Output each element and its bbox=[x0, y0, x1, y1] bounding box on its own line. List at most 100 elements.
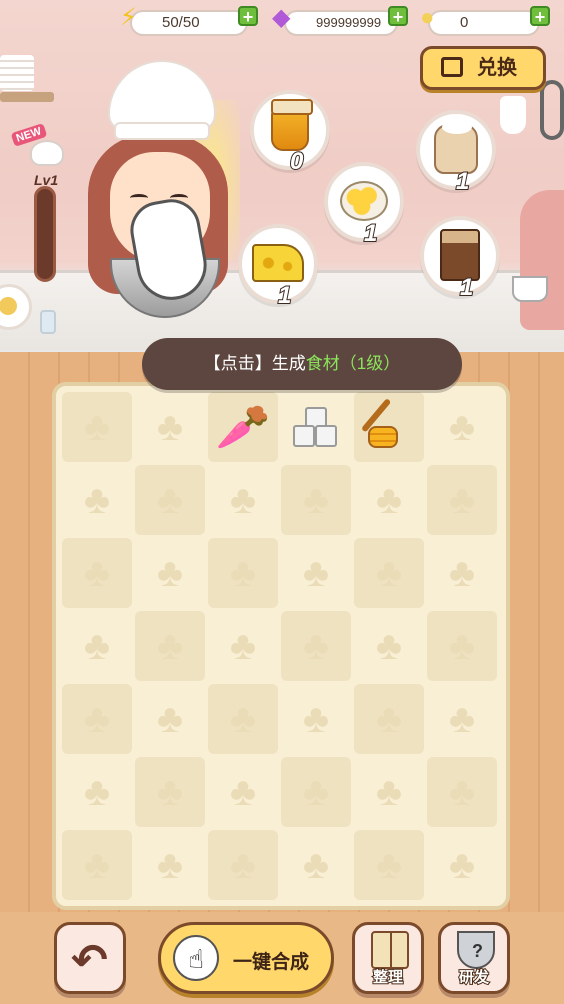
board-cell[interactable]: ♣ bbox=[62, 611, 132, 681]
board-cell[interactable]: ♣ bbox=[427, 830, 497, 900]
ingredient-count: 1 bbox=[459, 273, 474, 302]
add-gems-button[interactable]: + bbox=[388, 6, 408, 26]
board-cell[interactable]: ♣ bbox=[62, 465, 132, 535]
stand-mixer bbox=[520, 190, 564, 330]
board-cell[interactable]: ♣ bbox=[427, 538, 497, 608]
board-cell[interactable]: ♣ bbox=[208, 465, 278, 535]
shop-icon bbox=[441, 57, 463, 77]
corn-bowl-icon bbox=[340, 180, 388, 221]
wall-shelf bbox=[0, 92, 54, 102]
sugar-cubes-icon[interactable] bbox=[293, 407, 339, 447]
add-energy-button[interactable]: + bbox=[238, 6, 258, 26]
add-bulbs-button[interactable]: + bbox=[530, 6, 550, 26]
board-cell[interactable]: ♣ bbox=[135, 465, 205, 535]
chef-character[interactable] bbox=[80, 60, 240, 320]
clover-placeholder-icon: ♣ bbox=[448, 478, 476, 522]
clover-placeholder-icon: ♣ bbox=[156, 478, 184, 522]
board-cell[interactable]: ♣ bbox=[135, 392, 205, 462]
board-cell[interactable] bbox=[354, 392, 424, 462]
board-cell[interactable]: ♣ bbox=[208, 757, 278, 827]
board-cell[interactable]: ♣ bbox=[427, 611, 497, 681]
board-cell[interactable]: ♣ bbox=[354, 465, 424, 535]
clover-placeholder-icon: ♣ bbox=[83, 843, 111, 887]
board-cell[interactable]: ♣ bbox=[135, 611, 205, 681]
clover-placeholder-icon: ♣ bbox=[156, 405, 184, 449]
ingredient-bubble-cheese[interactable]: 1 bbox=[238, 224, 318, 310]
board-cell[interactable]: ♣ bbox=[135, 538, 205, 608]
clover-placeholder-icon: ♣ bbox=[229, 697, 257, 741]
clover-placeholder-icon: ♣ bbox=[302, 843, 330, 887]
back-button[interactable]: ↶ bbox=[54, 922, 126, 994]
clover-placeholder-icon: ♣ bbox=[302, 770, 330, 814]
research-bowl-icon: ? bbox=[457, 931, 495, 969]
ingredient-bubble-corn[interactable]: 1 bbox=[324, 162, 404, 248]
clover-placeholder-icon: ♣ bbox=[448, 624, 476, 668]
lightning-icon: ⚡ bbox=[120, 4, 137, 31]
clover-placeholder-icon: ♣ bbox=[302, 697, 330, 741]
ingredient-bubble-coffee[interactable]: 1 bbox=[420, 216, 500, 302]
clover-placeholder-icon: ♣ bbox=[448, 843, 476, 887]
merge-all-label: 一键合成 bbox=[233, 952, 310, 973]
board-cell[interactable]: ♣ bbox=[62, 538, 132, 608]
sort-label: 整理 bbox=[372, 968, 404, 987]
board-cell[interactable]: ♣ bbox=[135, 757, 205, 827]
bulb-counter: 0 bbox=[428, 10, 540, 36]
board-cell[interactable]: ♣ bbox=[354, 757, 424, 827]
exchange-button[interactable]: 兑换 bbox=[420, 46, 546, 90]
board-cell[interactable]: ♣ bbox=[62, 392, 132, 462]
hint-prefix: 【点击】生成 bbox=[203, 354, 306, 373]
board-cell[interactable]: ♣ bbox=[208, 611, 278, 681]
board-cell[interactable]: ♣ bbox=[354, 684, 424, 754]
level-progress-bar[interactable] bbox=[34, 186, 56, 282]
coffee-cup bbox=[512, 276, 548, 302]
board-cell[interactable]: ♣ bbox=[281, 757, 351, 827]
board-cell[interactable]: 🥕 bbox=[208, 392, 278, 462]
sort-icon bbox=[371, 931, 409, 969]
research-button[interactable]: ? 研发 bbox=[438, 922, 510, 994]
board-cell[interactable]: ♣ bbox=[281, 465, 351, 535]
hanging-towel bbox=[500, 96, 526, 134]
board-cell[interactable]: ♣ bbox=[427, 757, 497, 827]
clover-placeholder-icon: ♣ bbox=[83, 624, 111, 668]
board-cell[interactable] bbox=[281, 392, 351, 462]
honey-dipper-icon[interactable] bbox=[360, 398, 416, 454]
board-cell[interactable]: ♣ bbox=[427, 392, 497, 462]
board-cell[interactable]: ♣ bbox=[427, 684, 497, 754]
board-cell[interactable]: ♣ bbox=[62, 757, 132, 827]
beet-icon[interactable]: 🥕 bbox=[216, 401, 271, 453]
merge-all-button[interactable]: ☝ 一键合成 bbox=[158, 922, 334, 994]
sort-button[interactable]: 整理 bbox=[352, 922, 424, 994]
clover-placeholder-icon: ♣ bbox=[83, 551, 111, 595]
ingredient-bubble-honey[interactable]: 0 bbox=[250, 90, 330, 176]
board-cell[interactable]: ♣ bbox=[354, 830, 424, 900]
board-cell[interactable]: ♣ bbox=[208, 830, 278, 900]
board-cell[interactable]: ♣ bbox=[208, 684, 278, 754]
board-cell[interactable]: ♣ bbox=[281, 684, 351, 754]
flour-sack-icon bbox=[434, 119, 478, 174]
clover-placeholder-icon: ♣ bbox=[83, 770, 111, 814]
clover-placeholder-icon: ♣ bbox=[302, 624, 330, 668]
ingredient-count: 1 bbox=[455, 167, 470, 196]
board-cell[interactable]: ♣ bbox=[135, 830, 205, 900]
clover-placeholder-icon: ♣ bbox=[229, 478, 257, 522]
board-cell[interactable]: ♣ bbox=[281, 538, 351, 608]
hint-banner: 【点击】生成食材（1级） bbox=[142, 338, 462, 390]
board-cell[interactable]: ♣ bbox=[281, 611, 351, 681]
board-cell[interactable]: ♣ bbox=[62, 684, 132, 754]
board-cell[interactable]: ♣ bbox=[62, 830, 132, 900]
chef-eye-left bbox=[130, 194, 148, 202]
board-grid: ♣ ♣ 🥕 ♣ ♣ ♣ ♣ ♣ ♣ ♣ ♣ ♣ ♣ ♣ ♣ ♣ ♣ ♣ ♣ ♣ ♣ ♣ ♣ ♣ ♣ ♣ ♣ ♣ ♣ ♣ ♣ ♣ ♣ ♣ ♣ ♣ ♣ ♣ ♣ ♣ bbox=[62, 392, 500, 900]
clover-placeholder-icon: ♣ bbox=[156, 624, 184, 668]
board-cell[interactable]: ♣ bbox=[281, 830, 351, 900]
gem-counter: 999999999 bbox=[284, 10, 398, 36]
ingredient-count: 1 bbox=[277, 281, 292, 310]
clover-placeholder-icon: ♣ bbox=[375, 478, 403, 522]
board-cell[interactable]: ♣ bbox=[208, 538, 278, 608]
board-cell[interactable]: ♣ bbox=[354, 611, 424, 681]
board-cell[interactable]: ♣ bbox=[427, 465, 497, 535]
clover-placeholder-icon: ♣ bbox=[375, 551, 403, 595]
coffee-bag-icon bbox=[440, 228, 480, 281]
board-cell[interactable]: ♣ bbox=[135, 684, 205, 754]
ingredient-bubble-flour[interactable]: 1 bbox=[416, 110, 496, 196]
board-cell[interactable]: ♣ bbox=[354, 538, 424, 608]
